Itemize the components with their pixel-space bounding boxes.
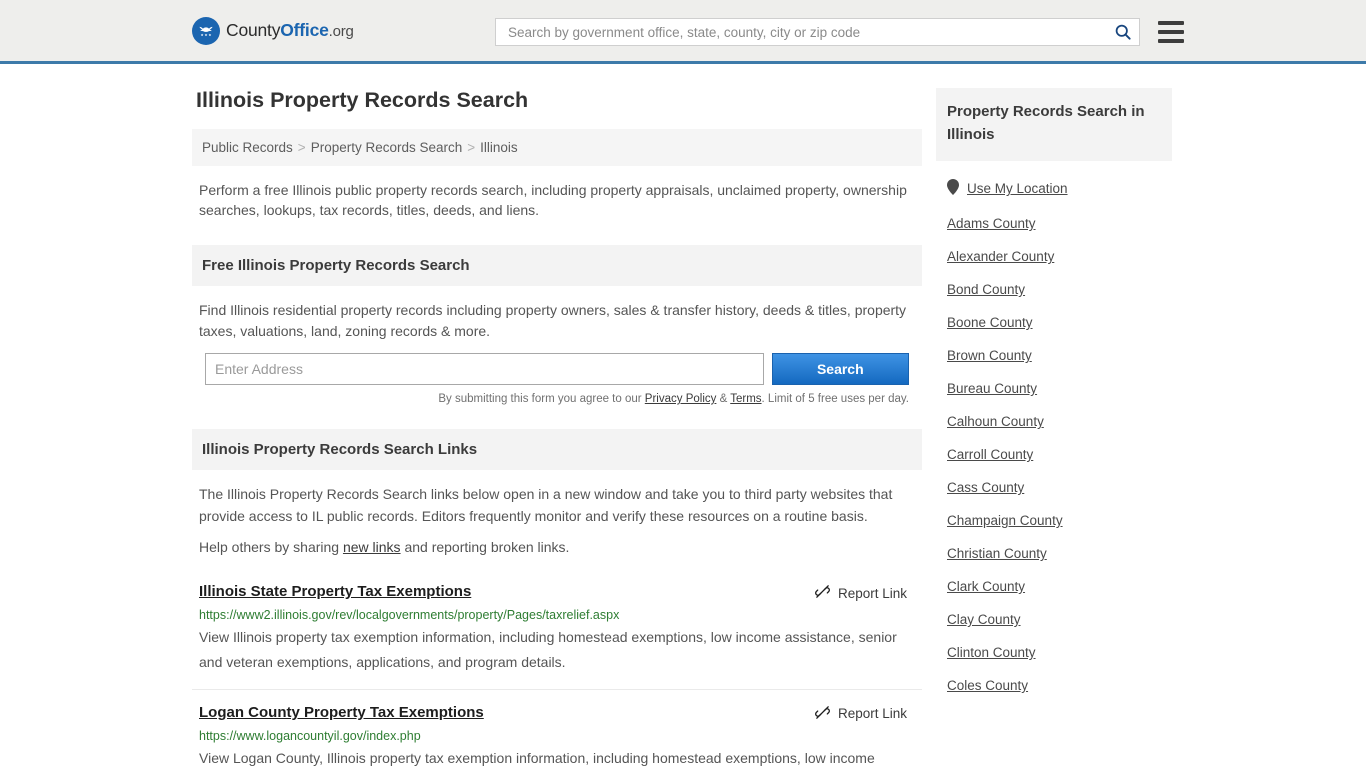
link-entry-header: Logan County Property Tax Exemptions Rep…	[199, 704, 915, 724]
breadcrumb-item-public-records[interactable]: Public Records	[202, 140, 293, 155]
fineprint-pre: By submitting this form you agree to our	[438, 392, 645, 405]
help-pre: Help others by sharing	[199, 539, 343, 556]
sidebar-county-list: Use My Location Adams County Alexander C…	[936, 161, 1172, 702]
link-entry-url: https://www2.illinois.gov/rev/localgover…	[199, 608, 620, 623]
link-entry-description: View Logan County, Illinois property tax…	[199, 749, 875, 766]
help-post: and reporting broken links.	[400, 539, 570, 556]
county-link[interactable]: Brown County	[947, 348, 1032, 363]
county-link[interactable]: Christian County	[947, 546, 1047, 561]
sidebar-heading: Property Records Search in Illinois	[936, 88, 1172, 161]
link-entry: Logan County Property Tax Exemptions Rep…	[192, 690, 922, 768]
report-link-button[interactable]: Report Link	[814, 704, 915, 724]
fineprint-post: . Limit of 5 free uses per day.	[761, 392, 909, 405]
report-link-label: Report Link	[837, 706, 907, 722]
county-link[interactable]: Adams County	[947, 216, 1036, 231]
sidebar-item-county[interactable]: Adams County	[947, 207, 1161, 240]
sidebar-item-county[interactable]: Coles County	[947, 669, 1161, 702]
links-section-heading: Illinois Property Records Search Links	[192, 428, 922, 470]
free-search-body: Find Illinois residential property recor…	[192, 286, 922, 405]
header-search-zone	[495, 18, 1184, 46]
sidebar: Property Records Search in Illinois Use …	[936, 64, 1172, 768]
sidebar-item-county[interactable]: Champaign County	[947, 504, 1161, 537]
county-link[interactable]: Coles County	[947, 678, 1028, 693]
hamburger-bar	[1158, 39, 1184, 43]
sidebar-item-county[interactable]: Boone County	[947, 306, 1161, 339]
search-button[interactable]: Search	[771, 352, 909, 385]
hamburger-bar	[1158, 21, 1184, 25]
page-title: Illinois Property Records Search	[196, 88, 529, 112]
breadcrumb-separator: >	[467, 140, 476, 155]
county-link[interactable]: Bond County	[947, 282, 1025, 297]
new-links-link[interactable]: new links	[343, 539, 401, 555]
logo-text-office: Office	[280, 20, 329, 40]
page-container: Illinois Property Records Search Public …	[0, 64, 1366, 768]
privacy-policy-link[interactable]: Privacy Policy	[645, 393, 717, 405]
breadcrumb-separator: >	[297, 140, 306, 155]
broken-link-icon	[814, 583, 831, 603]
sidebar-item-county[interactable]: Christian County	[947, 537, 1161, 570]
links-section-paragraph: The Illinois Property Records Search lin…	[199, 485, 893, 524]
county-link[interactable]: Clark County	[947, 579, 1025, 594]
link-entry-title[interactable]: Logan County Property Tax Exemptions	[199, 704, 484, 721]
logo-text-org: .org	[328, 23, 354, 40]
link-entry-title[interactable]: Illinois State Property Tax Exemptions	[199, 583, 471, 600]
page-intro-text: Perform a free Illinois public property …	[199, 182, 907, 219]
sidebar-item-county[interactable]: Alexander County	[947, 240, 1161, 273]
header-search-input[interactable]	[508, 24, 1113, 40]
search-icon[interactable]	[1113, 22, 1133, 42]
breadcrumb-item-property-records-search[interactable]: Property Records Search	[311, 140, 463, 155]
address-input[interactable]	[205, 352, 764, 385]
site-header: CountyOffice.org	[0, 0, 1366, 64]
hamburger-bar	[1158, 30, 1184, 34]
link-entry-description: View Illinois property tax exemption inf…	[199, 629, 897, 670]
sidebar-item-county[interactable]: Carroll County	[947, 438, 1161, 471]
county-link[interactable]: Clinton County	[947, 645, 1036, 660]
terms-link[interactable]: Terms	[730, 393, 761, 405]
eagle-shield-icon	[192, 16, 220, 45]
hamburger-menu-icon[interactable]	[1158, 21, 1184, 43]
form-fineprint: By submitting this form you agree to our…	[199, 385, 915, 405]
sidebar-item-county[interactable]: Clinton County	[947, 636, 1161, 669]
fineprint-amp: &	[716, 392, 731, 405]
address-search-form: Search	[199, 352, 915, 385]
sidebar-item-county[interactable]: Cass County	[947, 471, 1161, 504]
link-entry-url: https://www.logancountyil.gov/index.php	[199, 728, 421, 743]
sidebar-item-county[interactable]: Brown County	[947, 339, 1161, 372]
county-link[interactable]: Clay County	[947, 612, 1021, 627]
link-entry: Illinois State Property Tax Exemptions R…	[192, 569, 922, 690]
county-link[interactable]: Carroll County	[947, 447, 1033, 462]
breadcrumb: Public Records > Property Records Search > I…	[192, 129, 922, 166]
map-pin-icon	[947, 179, 959, 198]
report-link-label: Report Link	[837, 585, 907, 601]
county-link[interactable]: Calhoun County	[947, 414, 1044, 429]
broken-link-icon	[814, 704, 831, 724]
site-logo-text: CountyOffice.org	[226, 20, 354, 41]
use-my-location-link[interactable]: Use My Location	[967, 181, 1068, 196]
report-link-button[interactable]: Report Link	[814, 583, 915, 603]
main-content: Illinois Property Records Search Public …	[192, 64, 922, 768]
free-search-heading: Free Illinois Property Records Search	[192, 244, 922, 286]
county-link[interactable]: Alexander County	[947, 249, 1054, 264]
free-search-description: Find Illinois residential property recor…	[199, 301, 907, 340]
links-section-help: Help others by sharing new links and rep…	[199, 537, 915, 559]
county-link[interactable]: Champaign County	[947, 513, 1063, 528]
site-logo[interactable]: CountyOffice.org	[192, 16, 354, 45]
sidebar-item-county[interactable]: Clark County	[947, 570, 1161, 603]
county-link[interactable]: Cass County	[947, 480, 1024, 495]
header-search-box[interactable]	[495, 18, 1140, 46]
sidebar-item-county[interactable]: Bureau County	[947, 372, 1161, 405]
links-section-body: The Illinois Property Records Search lin…	[192, 470, 922, 559]
breadcrumb-item-illinois[interactable]: Illinois	[480, 140, 518, 155]
sidebar-item-use-my-location[interactable]: Use My Location	[947, 170, 1161, 207]
county-link[interactable]: Boone County	[947, 315, 1033, 330]
sidebar-item-county[interactable]: Clay County	[947, 603, 1161, 636]
link-entry-header: Illinois State Property Tax Exemptions R…	[199, 583, 915, 603]
logo-text-county: County	[226, 20, 281, 40]
sidebar-item-county[interactable]: Calhoun County	[947, 405, 1161, 438]
sidebar-item-county[interactable]: Bond County	[947, 273, 1161, 306]
county-link[interactable]: Bureau County	[947, 381, 1037, 396]
